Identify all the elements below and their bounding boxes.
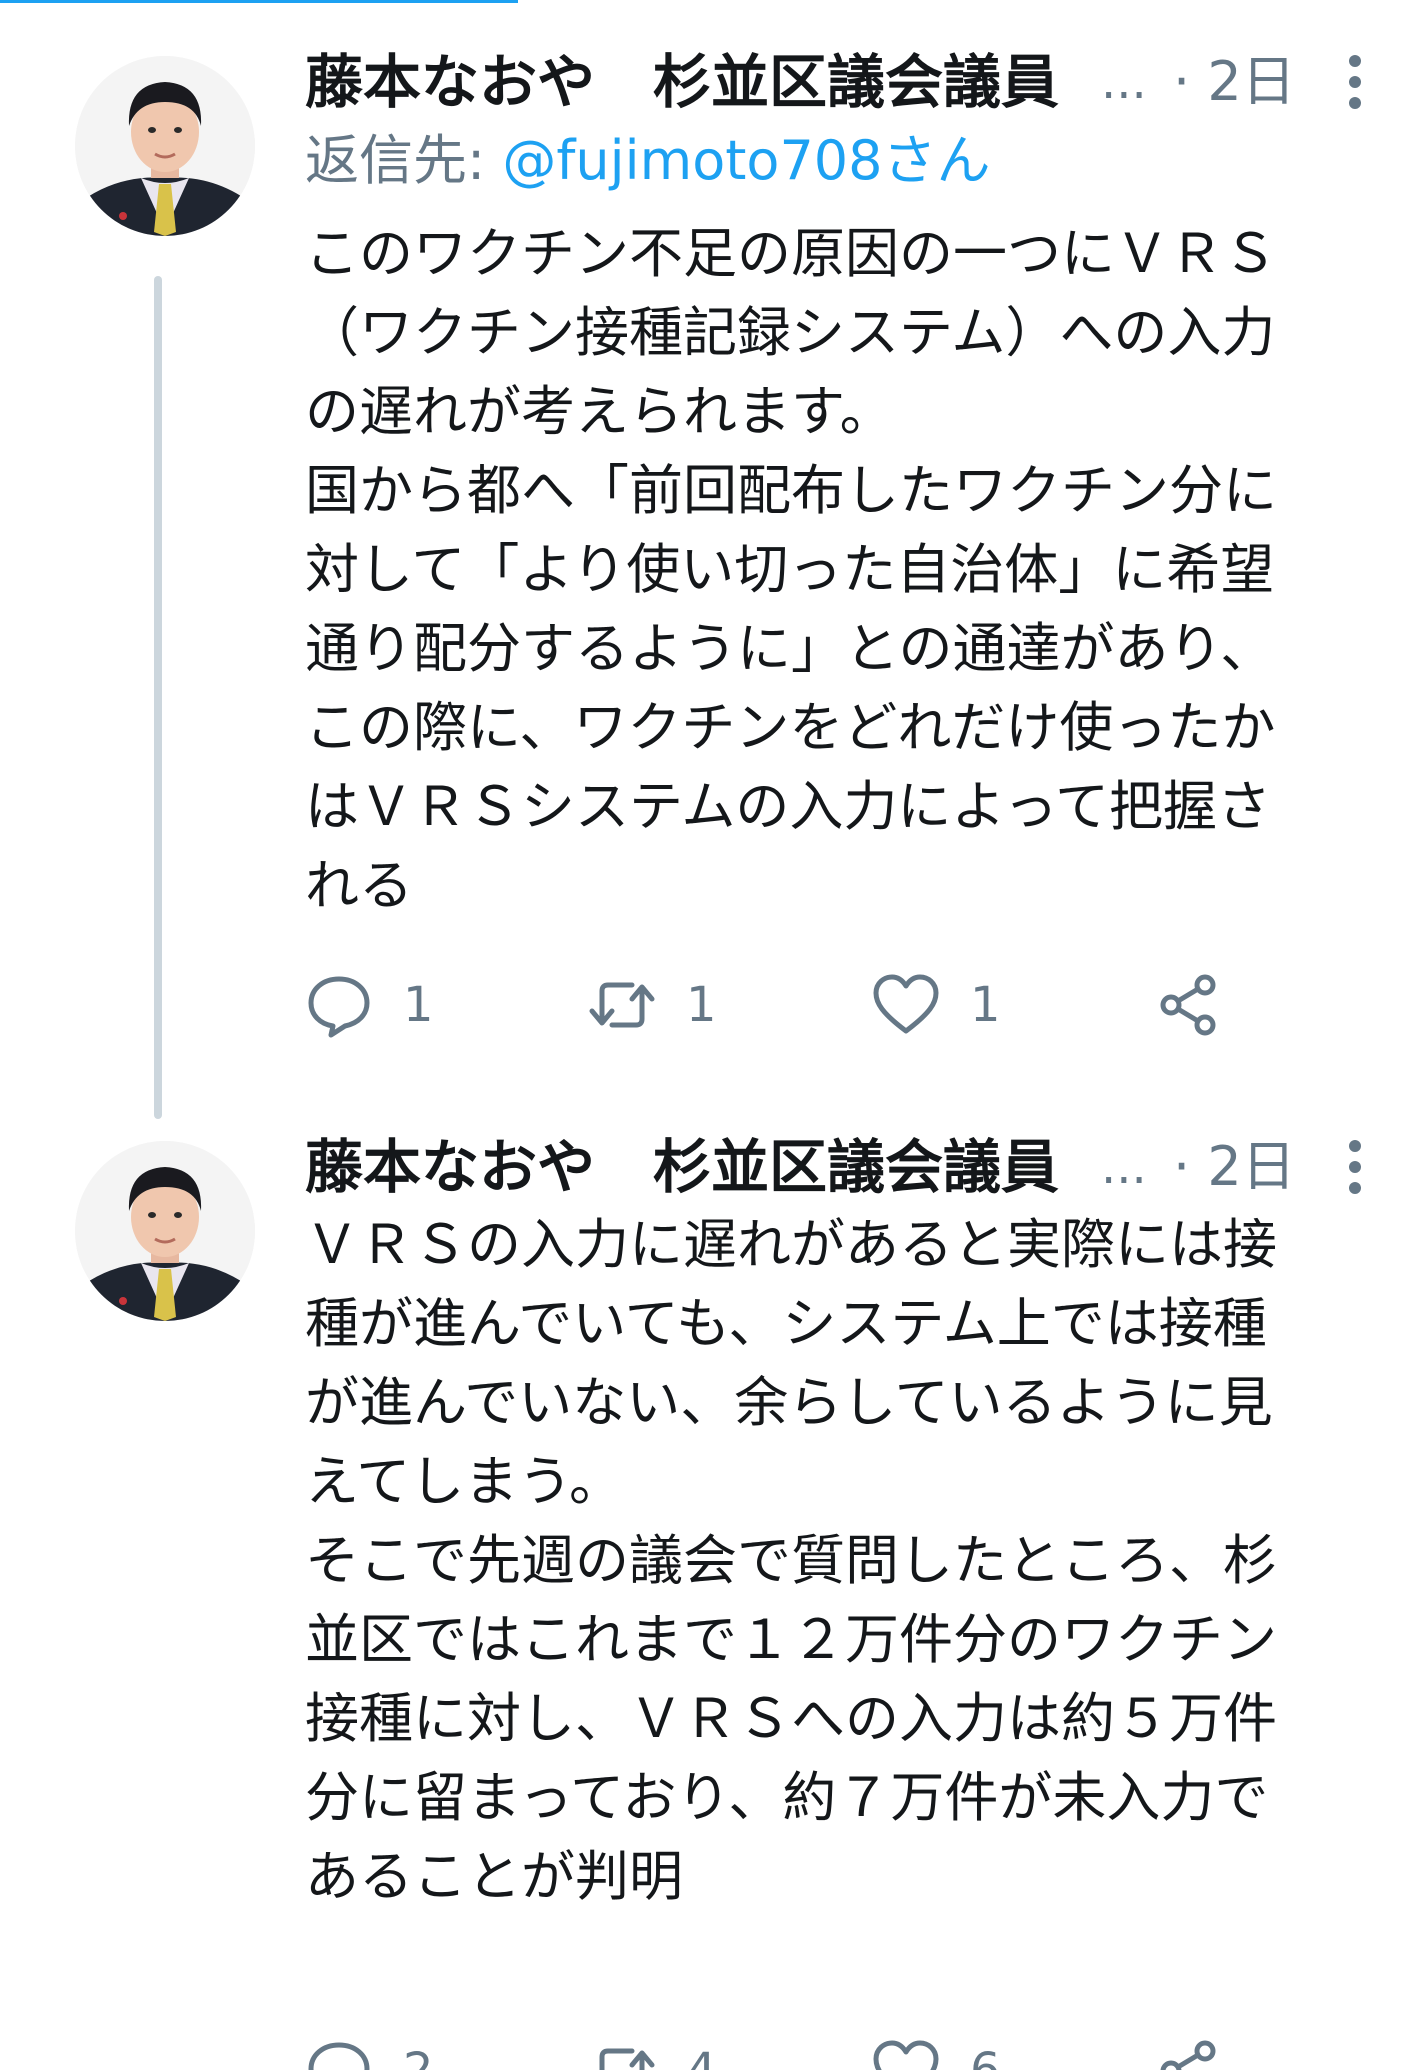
reply-count: 2 bbox=[403, 2043, 434, 2070]
like-count: 1 bbox=[970, 977, 1001, 1033]
tweet-actions: 1 1 1 bbox=[305, 965, 1305, 1045]
tweet-header: 藤本なおや 杉並区議会議員 ... · 2日 bbox=[305, 50, 1375, 114]
tweet-header: 藤本なおや 杉並区議会議員 ... · 2日 bbox=[305, 1135, 1375, 1199]
more-icon[interactable] bbox=[1345, 1139, 1365, 1195]
retweet-button[interactable]: 4 bbox=[588, 2031, 717, 2070]
tweet-actions: 2 4 6 bbox=[305, 2031, 1305, 2070]
retweet-count: 1 bbox=[686, 977, 717, 1033]
share-button[interactable] bbox=[1155, 965, 1223, 1045]
reply-to-handle[interactable]: @fujimoto708さん bbox=[502, 129, 990, 192]
reply-icon bbox=[308, 2042, 370, 2070]
share-icon bbox=[1160, 974, 1216, 1036]
reply-button[interactable]: 1 bbox=[305, 965, 434, 1045]
share-button[interactable] bbox=[1155, 2031, 1223, 2070]
tweet-text: このワクチン不足の原因の一つにＶＲＳ （ワクチン接種記録システム）への入力 の遅… bbox=[305, 222, 1277, 917]
retweet-count: 4 bbox=[686, 2043, 717, 2070]
reply-count: 1 bbox=[403, 977, 434, 1033]
retweet-icon bbox=[589, 982, 655, 1028]
reply-button[interactable]: 2 bbox=[305, 2031, 434, 2070]
retweet-icon bbox=[599, 2048, 655, 2070]
avatar[interactable] bbox=[75, 1141, 255, 1321]
tweet-2[interactable]: 藤本なおや 杉並区議会議員 ... · 2日 ＶＲＳの入力に遅れがあると実際には… bbox=[0, 1085, 1426, 2070]
author-name[interactable]: 藤本なおや 杉並区議会議員 bbox=[305, 1135, 1115, 1199]
timestamp[interactable]: · 2日 bbox=[1173, 50, 1296, 114]
timestamp[interactable]: · 2日 bbox=[1173, 1135, 1296, 1199]
like-icon bbox=[873, 2040, 939, 2070]
retweet-button[interactable]: 1 bbox=[588, 965, 717, 1045]
author-name[interactable]: 藤本なおや 杉並区議会議員 bbox=[305, 50, 1115, 114]
more-icon[interactable] bbox=[1345, 54, 1365, 110]
author-name-ellipsis: ... bbox=[1101, 1139, 1147, 1195]
reply-to-line: 返信先: @fujimoto708さん bbox=[305, 126, 991, 196]
like-icon bbox=[873, 974, 939, 1034]
share-icon bbox=[1160, 2040, 1216, 2070]
like-button[interactable]: 1 bbox=[872, 965, 1001, 1045]
like-button[interactable]: 6 bbox=[872, 2031, 1001, 2070]
like-count: 6 bbox=[970, 2043, 1001, 2070]
tweet-1[interactable]: 藤本なおや 杉並区議会議員 ... · 2日 返信先: @fujimoto708… bbox=[0, 0, 1426, 1119]
reply-to-prefix: 返信先: bbox=[305, 129, 503, 192]
tweet-text: ＶＲＳの入力に遅れがあると実際には接 種が進んでいても、システム上では接種 が進… bbox=[305, 1213, 1277, 1908]
thread-connector-line bbox=[154, 276, 162, 1119]
author-name-ellipsis: ... bbox=[1101, 54, 1147, 110]
avatar[interactable] bbox=[75, 56, 255, 236]
reply-icon bbox=[308, 976, 370, 1038]
